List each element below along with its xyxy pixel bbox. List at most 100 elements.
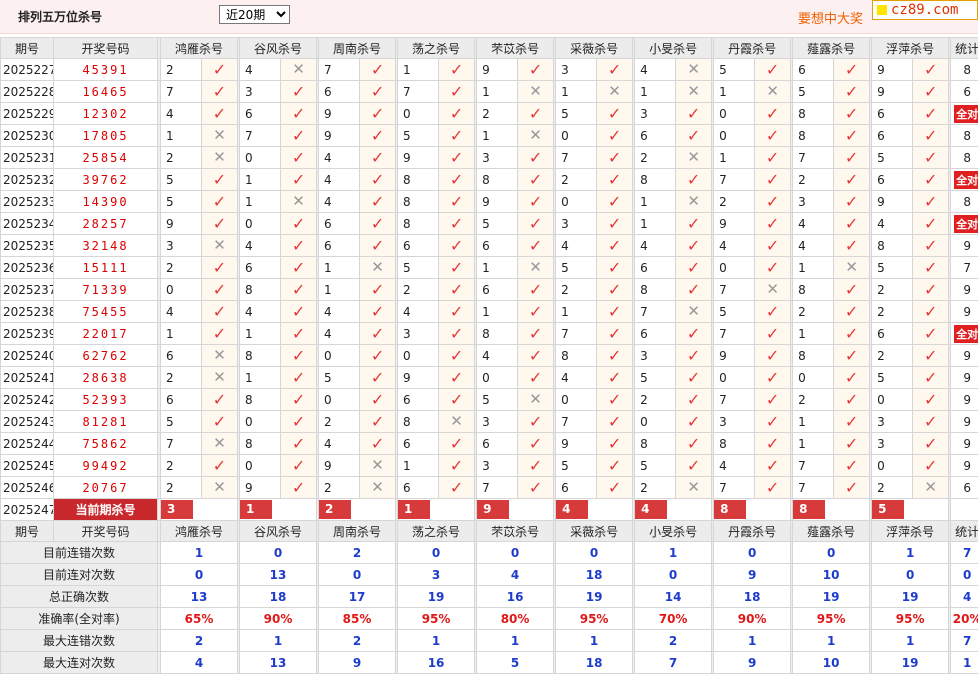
cross-icon: ✕ — [845, 258, 858, 276]
check-icon: ✓ — [766, 478, 779, 497]
period-cell: 2025240 — [1, 345, 54, 367]
site-logo[interactable]: cz89.com — [872, 0, 978, 20]
result-mark-cell: ✓ — [913, 103, 949, 125]
count-value: 8 — [963, 129, 971, 143]
draw-number-cell: 52393 — [54, 389, 158, 411]
kill-number-cell: 4 — [398, 301, 439, 323]
current-kill-cell: 5 — [872, 499, 949, 521]
kill-number-cell: 2 — [556, 279, 597, 301]
period-cell: 2025233 — [1, 191, 54, 213]
result-mark-cell: ✓ — [360, 213, 396, 235]
result-mark-cell: ✓ — [913, 411, 949, 433]
period-cell: 2025243 — [1, 411, 54, 433]
check-icon: ✓ — [371, 148, 384, 167]
stats-value: 70% — [635, 608, 712, 630]
stats-value: 85% — [319, 608, 396, 630]
check-icon: ✓ — [529, 302, 542, 321]
result-mark-cell: ✓ — [202, 213, 238, 235]
check-icon: ✓ — [608, 258, 621, 277]
check-icon: ✓ — [924, 456, 937, 475]
result-mark-cell: ✕ — [676, 59, 712, 81]
check-icon: ✓ — [608, 324, 621, 343]
kill-number-cell: 4 — [714, 235, 755, 257]
result-mark-cell: ✓ — [913, 213, 949, 235]
count-cell: 9 — [951, 389, 978, 411]
result-mark-cell: ✓ — [202, 411, 238, 433]
kill-number-cell: 8 — [477, 169, 518, 191]
check-icon: ✓ — [371, 280, 384, 299]
result-mark-cell: ✓ — [834, 125, 870, 147]
col-header-expert: 采薇杀号 — [556, 38, 633, 59]
kill-number-cell: 0 — [556, 389, 597, 411]
check-icon: ✓ — [766, 324, 779, 343]
kill-number-cell: 9 — [398, 367, 439, 389]
result-mark-cell: ✕ — [676, 477, 712, 499]
stats-value: 4 — [477, 564, 554, 586]
check-icon: ✓ — [450, 236, 463, 255]
result-mark-cell: ✓ — [518, 301, 554, 323]
check-icon: ✓ — [924, 390, 937, 409]
check-icon: ✓ — [845, 324, 858, 343]
table-row: 2025244758627✕8✓4✓6✓6✓9✓8✓8✓1✓3✓9 — [1, 433, 978, 455]
col-header-expert: 鸿雁杀号 — [161, 521, 238, 542]
check-icon: ✓ — [213, 170, 226, 189]
stats-value: 7 — [951, 630, 978, 652]
stats-label: 最大连对次数 — [1, 652, 158, 674]
result-mark-cell: ✓ — [676, 169, 712, 191]
check-icon: ✓ — [213, 214, 226, 233]
check-icon: ✓ — [845, 346, 858, 365]
check-icon: ✓ — [213, 302, 226, 321]
kill-number-cell: 4 — [240, 301, 281, 323]
check-icon: ✓ — [529, 214, 542, 233]
result-mark-cell: ✓ — [281, 235, 317, 257]
kill-number-cell: 5 — [398, 125, 439, 147]
table-row: 2025238754554✓4✓4✓4✓1✓1✓7✕5✓2✓2✓9 — [1, 301, 978, 323]
stats-label: 最大连错次数 — [1, 630, 158, 652]
result-mark-cell: ✓ — [360, 411, 396, 433]
period-cell: 2025242 — [1, 389, 54, 411]
kill-number-cell: 6 — [477, 433, 518, 455]
check-icon: ✓ — [213, 258, 226, 277]
result-mark-cell: ✕ — [518, 257, 554, 279]
result-mark-cell: ✓ — [755, 169, 791, 191]
kill-number-cell: 7 — [793, 147, 834, 169]
check-icon: ✓ — [766, 302, 779, 321]
kill-number-cell: 6 — [477, 279, 518, 301]
result-mark-cell: ✓ — [834, 59, 870, 81]
draw-number-cell: 45391 — [54, 59, 158, 81]
kill-number-cell: 7 — [556, 323, 597, 345]
kill-number-cell: 5 — [161, 191, 202, 213]
kill-number-cell: 3 — [714, 411, 755, 433]
check-icon: ✓ — [450, 456, 463, 475]
kill-number-cell: 2 — [161, 455, 202, 477]
result-mark-cell: ✓ — [834, 191, 870, 213]
stats-value: 16 — [477, 586, 554, 608]
result-mark-cell: ✕ — [597, 81, 633, 103]
result-mark-cell: ✓ — [202, 191, 238, 213]
stats-value: 0 — [793, 542, 870, 564]
kill-number-cell: 1 — [240, 323, 281, 345]
draw-number-cell: 81281 — [54, 411, 158, 433]
kill-number-cell: 6 — [872, 323, 913, 345]
result-mark-cell: ✓ — [439, 455, 475, 477]
result-mark-cell: ✓ — [676, 433, 712, 455]
current-kill-badge: 5 — [872, 500, 904, 519]
table-row: 2025236151112✓6✓1✕5✓1✕5✓6✓0✓1✕5✓7 — [1, 257, 978, 279]
check-icon: ✓ — [924, 214, 937, 233]
kill-number-cell: 3 — [477, 455, 518, 477]
stats-value: 1 — [714, 630, 791, 652]
period-range-select[interactable]: 近20期 — [219, 5, 290, 24]
stats-row: 目前连对次数01303418091000 — [1, 564, 978, 586]
kill-number-cell: 8 — [793, 345, 834, 367]
ad-banner-text[interactable]: 要想中大奖 — [798, 8, 863, 27]
check-icon: ✓ — [687, 280, 700, 299]
stats-value: 13 — [240, 652, 317, 674]
stats-value: 18 — [556, 564, 633, 586]
result-mark-cell: ✓ — [518, 477, 554, 499]
cross-icon: ✕ — [213, 236, 226, 254]
result-mark-cell: ✓ — [913, 389, 949, 411]
kill-number-cell: 1 — [477, 125, 518, 147]
period-cell: 2025239 — [1, 323, 54, 345]
kill-number-cell: 8 — [240, 279, 281, 301]
kill-number-cell: 0 — [556, 191, 597, 213]
